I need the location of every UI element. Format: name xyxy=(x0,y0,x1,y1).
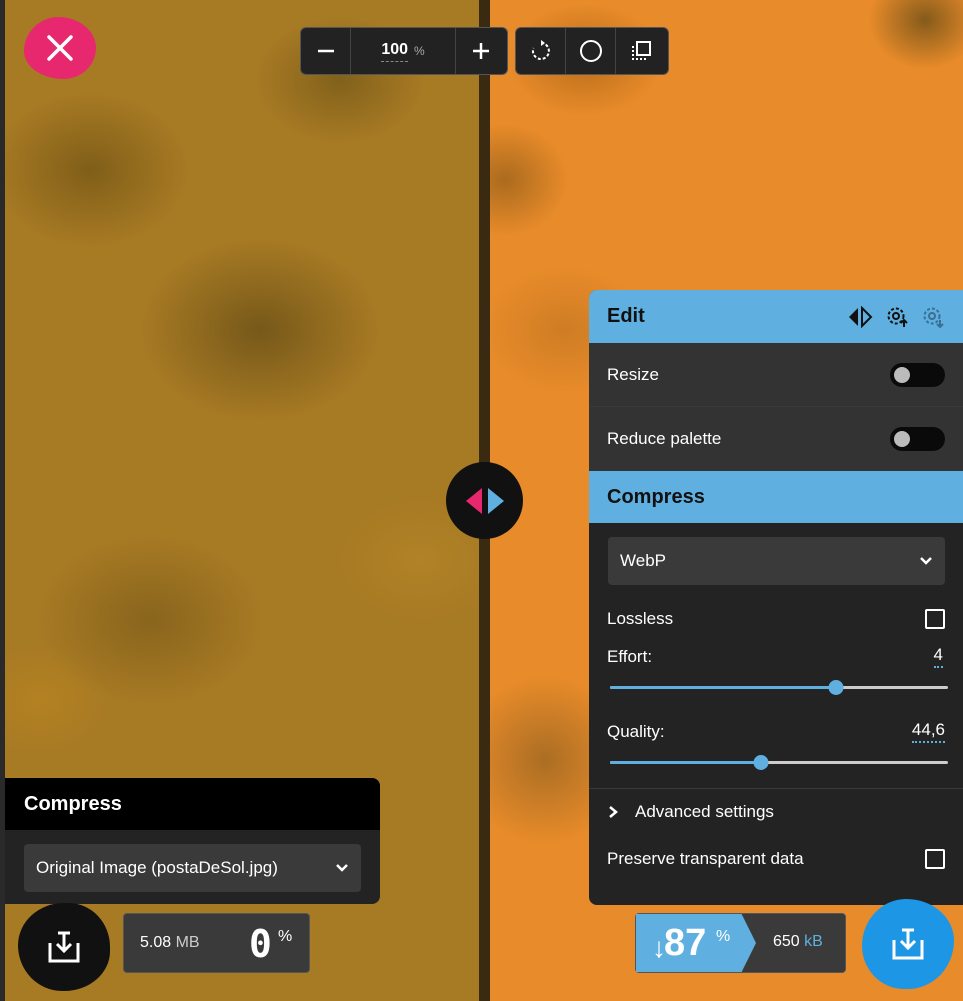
resize-row: Resize xyxy=(589,343,963,407)
rotate-button[interactable] xyxy=(516,28,566,74)
lossless-label: Lossless xyxy=(607,609,674,628)
zoom-unit: % xyxy=(414,44,425,58)
compress-header: Compress xyxy=(589,471,963,523)
original-panel: Compress Original Image (postaDeSol.jpg) xyxy=(5,778,380,904)
compressed-size-value: 650 xyxy=(773,933,800,950)
quality-value[interactable]: 44,6 xyxy=(911,720,945,743)
edit-panel-header: Edit xyxy=(589,290,963,343)
compressed-size: 650 kB xyxy=(773,933,823,951)
edit-panel: Edit Resize Reduce palette Compress WebP… xyxy=(589,290,963,905)
zoom-level[interactable]: 100 % xyxy=(351,28,456,74)
chevron-down-icon xyxy=(920,557,932,565)
crop-button[interactable] xyxy=(616,28,666,74)
format-select[interactable]: WebP xyxy=(608,537,945,585)
edit-title: Edit xyxy=(607,305,645,327)
close-icon xyxy=(47,35,73,61)
original-select-value: Original Image (postaDeSol.jpg) xyxy=(36,858,278,877)
zoom-in-button[interactable] xyxy=(456,28,506,74)
original-size-unit: MB xyxy=(175,934,200,951)
reduce-palette-label: Reduce palette xyxy=(607,429,722,448)
compressed-stats: ↓ 87 % 650 kB xyxy=(635,913,846,973)
quality-slider-fill xyxy=(610,761,761,764)
format-select-value: WebP xyxy=(620,551,666,570)
resize-toggle[interactable] xyxy=(890,362,945,387)
zoom-toolbar: 100 % xyxy=(300,27,508,75)
original-size: 5.08 MB xyxy=(140,934,200,952)
view-toolbar xyxy=(515,27,669,75)
lossless-row: Lossless xyxy=(589,609,963,629)
reduction-percent: 87 xyxy=(664,922,707,964)
reduction-percent-sign: % xyxy=(716,928,731,945)
quality-slider[interactable] xyxy=(610,755,948,770)
split-handle[interactable] xyxy=(446,462,523,539)
split-view-icon[interactable] xyxy=(847,305,873,328)
divider xyxy=(589,788,963,789)
reduce-palette-toggle[interactable] xyxy=(890,427,945,451)
resize-label: Resize xyxy=(607,364,659,384)
download-original-button[interactable] xyxy=(18,903,110,991)
chevron-right-icon xyxy=(609,806,618,818)
quality-row: Quality: 44,6 xyxy=(589,720,963,743)
zoom-out-button[interactable] xyxy=(301,28,351,74)
rotate-icon xyxy=(531,40,550,60)
original-percent-sign: % xyxy=(278,928,293,945)
close-button[interactable] xyxy=(24,17,96,79)
quality-slider-thumb[interactable] xyxy=(753,755,769,770)
download-icon xyxy=(48,931,80,963)
zoom-out-icon xyxy=(317,49,334,53)
advanced-settings-label: Advanced settings xyxy=(635,802,774,821)
preserve-transparent-checkbox[interactable] xyxy=(925,849,945,869)
advanced-settings-toggle[interactable]: Advanced settings xyxy=(589,802,963,822)
reduction-badge: ↓ 87 % xyxy=(636,914,756,972)
quality-label: Quality: xyxy=(607,721,665,741)
settings-download-icon[interactable] xyxy=(921,305,945,329)
background-toggle-icon xyxy=(579,40,602,62)
original-size-value: 5.08 xyxy=(140,934,172,951)
original-panel-header: Compress xyxy=(5,778,380,830)
original-select[interactable]: Original Image (postaDeSol.jpg) xyxy=(24,844,361,892)
download-icon xyxy=(892,928,924,960)
zoom-value[interactable]: 100 xyxy=(381,41,409,62)
crop-icon xyxy=(632,41,651,60)
lossless-checkbox[interactable] xyxy=(925,609,945,629)
effort-slider-thumb[interactable] xyxy=(828,680,844,695)
preserve-transparent-label: Preserve transparent data xyxy=(607,849,804,868)
split-arrows-icon xyxy=(465,487,504,514)
preserve-transparent-row: Preserve transparent data xyxy=(589,849,963,869)
original-stats: 5.08 MB 0 % xyxy=(123,913,310,973)
reduce-palette-row: Reduce palette xyxy=(589,407,963,471)
settings-upload-icon[interactable] xyxy=(885,305,909,329)
original-percent: 0 xyxy=(249,922,272,966)
effort-row: Effort: 4 xyxy=(589,645,963,668)
effort-value[interactable]: 4 xyxy=(933,645,943,668)
background-toggle-button[interactable] xyxy=(566,28,616,74)
effort-slider-fill xyxy=(610,686,837,689)
zoom-in-icon xyxy=(473,43,489,59)
effort-label: Effort: xyxy=(607,646,653,666)
effort-slider[interactable] xyxy=(610,680,948,695)
compressed-size-unit: kB xyxy=(804,933,823,950)
chevron-down-icon xyxy=(336,864,348,872)
